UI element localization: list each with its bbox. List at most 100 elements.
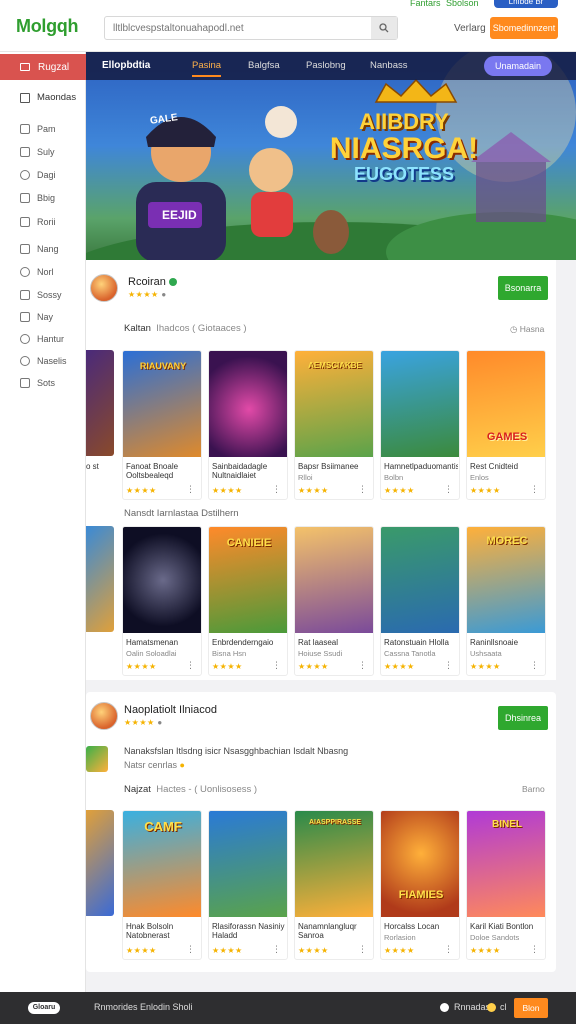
sidebar-item-main[interactable]: Maondas: [20, 92, 76, 103]
top-pill-button[interactable]: Lnfbde Br: [494, 0, 558, 8]
developer-rating: ★★★★ ●: [124, 718, 163, 727]
more-options-icon[interactable]: ⋮: [358, 944, 367, 955]
developer-name[interactable]: Naoplatiolt Ilniacod: [124, 704, 217, 716]
game-card[interactable]: GAMES Rest Cnidteid Enlos ★★★★ ⋮: [466, 350, 546, 500]
game-thumbnail: BINEL: [467, 811, 545, 917]
square-icon: [20, 290, 30, 300]
game-card[interactable]: AEMSCIAKBE Bapsr Bsiimanee Rlloi ★★★★ ⋮: [294, 350, 374, 500]
game-subtitle: Bisna Hsn: [212, 649, 247, 658]
row-title: Kaltan Ihadcos ( Giotaaces ): [124, 323, 247, 334]
game-card[interactable]: CAMF Hnak Bolsoln Natobnerast ★★★★ ⋮: [122, 810, 202, 960]
more-options-icon[interactable]: ⋮: [530, 484, 539, 495]
game-card[interactable]: CANIEIE Enbrdenderngaio Bisna Hsn ★★★★ ⋮: [208, 526, 288, 676]
game-rating: ★★★★: [298, 486, 329, 495]
more-options-icon[interactable]: ⋮: [444, 660, 453, 671]
game-card[interactable]: Hamnetlpaduomantis Bolbn ★★★★ ⋮: [380, 350, 460, 500]
game-title: Rlasiforassn Nasiniy Haladd: [212, 923, 285, 940]
row-more-link[interactable]: Barno: [522, 784, 545, 794]
sidebar-item-6[interactable]: Norl: [20, 267, 54, 277]
sidebar-item-11[interactable]: Sots: [20, 378, 55, 388]
settings-icon[interactable]: [487, 1003, 496, 1012]
card-partial-left[interactable]: [86, 350, 114, 456]
search-input[interactable]: [105, 17, 371, 39]
hero-banner[interactable]: Ellopbdtia Pasina Balgfsa Paslobng Nanba…: [86, 52, 576, 260]
game-card[interactable]: Rlasiforassn Nasiniy Haladd ★★★★ ⋮: [208, 810, 288, 960]
search-icon: [379, 23, 389, 33]
globe-icon: [20, 267, 30, 277]
footer-logo[interactable]: Gloaru: [28, 1002, 60, 1014]
card-partial-left[interactable]: [86, 526, 114, 632]
hero-tab-3[interactable]: Nanbass: [370, 60, 408, 71]
game-card[interactable]: MOREC Raninllsnoaie Ushsaata ★★★★ ⋮: [466, 526, 546, 676]
sidebar-item-active[interactable]: Rugzal: [0, 54, 86, 80]
app-icon[interactable]: [86, 746, 108, 772]
more-options-icon[interactable]: ⋮: [186, 484, 195, 495]
more-options-icon[interactable]: ⋮: [444, 484, 453, 495]
top-link-favorites[interactable]: Fantars: [410, 0, 441, 8]
developer-avatar[interactable]: [90, 702, 118, 730]
hero-tab-2[interactable]: Paslobng: [306, 60, 346, 71]
hero-tab-1[interactable]: Balgfsa: [248, 60, 280, 71]
follow-button[interactable]: Bsonarra: [498, 276, 548, 300]
game-card[interactable]: RIAUVANY Fanoat Bnoale Ooltsbealeqd ★★★★…: [122, 350, 202, 500]
more-options-icon[interactable]: ⋮: [186, 660, 195, 671]
more-options-icon[interactable]: ⋮: [272, 944, 281, 955]
game-thumbnail: CANIEIE: [209, 527, 287, 633]
hero-tab-0[interactable]: Pasina: [192, 60, 222, 77]
more-options-icon[interactable]: ⋮: [358, 660, 367, 671]
more-options-icon[interactable]: ⋮: [530, 660, 539, 671]
game-card[interactable]: Rat laaseal Hoiuse Ssudi ★★★★ ⋮: [294, 526, 374, 676]
developer-name[interactable]: Rcoiran: [128, 276, 177, 288]
sidebar-item-1[interactable]: Suly: [20, 147, 55, 157]
game-rating: ★★★★: [126, 486, 157, 495]
sidebar-item-3[interactable]: Bbig: [20, 193, 55, 203]
hero-shirt-text: EEJID: [162, 208, 197, 222]
thumb-text: RIAUVANY: [139, 361, 187, 371]
game-title: Hnak Bolsoln Natobnerast: [126, 923, 174, 940]
developer-avatar[interactable]: [90, 274, 118, 302]
sidebar-item-7[interactable]: Sossy: [20, 290, 62, 300]
game-card[interactable]: AIASPPIRASSE Nanamnlangluqr Sanroa ★★★★ …: [294, 810, 374, 960]
row2-title: Nansdt Iarnlastaa Dstilhern: [124, 508, 239, 519]
sidebar-item-8[interactable]: Nay: [20, 312, 53, 322]
more-options-icon[interactable]: ⋮: [444, 944, 453, 955]
folder-icon: [20, 378, 30, 388]
coin-icon: ●: [179, 760, 185, 770]
game-card[interactable]: Sainbaidadagle Nultnaidlaiet ★★★★ ⋮: [208, 350, 288, 500]
game-card[interactable]: BINEL Karil Kiati Bontlon Doloe Sandots …: [466, 810, 546, 960]
sidebar-item-10[interactable]: Naselis: [20, 356, 67, 366]
hero-brand[interactable]: Ellopbdtia: [102, 60, 150, 71]
search-button[interactable]: [371, 17, 397, 39]
sidebar-item-label: Bbig: [37, 193, 56, 203]
sidebar-item-0[interactable]: Pam: [20, 124, 56, 134]
footer-link[interactable]: Rnnadas: [454, 1002, 490, 1012]
site-logo[interactable]: Molgqh: [16, 16, 78, 37]
sidebar-item-2[interactable]: Dagi: [20, 170, 56, 180]
footer-link-short[interactable]: cl: [500, 1002, 507, 1012]
thumb-text: AEMSCIAKBE: [308, 361, 362, 370]
primary-cta-button[interactable]: Sbomedinnzent: [490, 17, 558, 39]
game-card[interactable]: FIAMIES Horcalss Locan Rorlasion ★★★★ ⋮: [380, 810, 460, 960]
more-options-icon[interactable]: ⋮: [186, 944, 195, 955]
row-more-link[interactable]: ◷ Hasna: [510, 324, 544, 335]
sidebar-item-5[interactable]: Nang: [20, 244, 59, 254]
top-bar: Molgqh Fantars Sbolson Lnfbde Br Verlarg…: [0, 0, 576, 52]
more-options-icon[interactable]: ⋮: [272, 660, 281, 671]
sidebar-item-9[interactable]: Hantur: [20, 334, 64, 344]
sidebar-item-label: Sots: [37, 378, 56, 388]
follow-button[interactable]: Dhsinrea: [498, 706, 548, 730]
top-link-sign[interactable]: Sbolson: [446, 0, 479, 8]
hero-pill-button[interactable]: Unamadain: [484, 56, 552, 76]
more-options-icon[interactable]: ⋮: [530, 944, 539, 955]
card-partial-left[interactable]: [86, 810, 114, 916]
sidebar-active-label: Rugzal: [38, 61, 70, 73]
info-icon[interactable]: [440, 1003, 449, 1012]
more-options-icon[interactable]: ⋮: [358, 484, 367, 495]
more-options-icon[interactable]: ⋮: [272, 484, 281, 495]
footer-button[interactable]: Blon: [514, 998, 548, 1018]
game-subtitle: Rlloi: [298, 473, 313, 482]
game-card[interactable]: Ratonstuain Hlolla Cassna Tanotla ★★★★ ⋮: [380, 526, 460, 676]
user-link[interactable]: Verlarg: [454, 23, 486, 34]
game-card[interactable]: Hamatsmenan Oalin Soloadlai ★★★★ ⋮: [122, 526, 202, 676]
sidebar-item-4[interactable]: Rorii: [20, 217, 56, 227]
